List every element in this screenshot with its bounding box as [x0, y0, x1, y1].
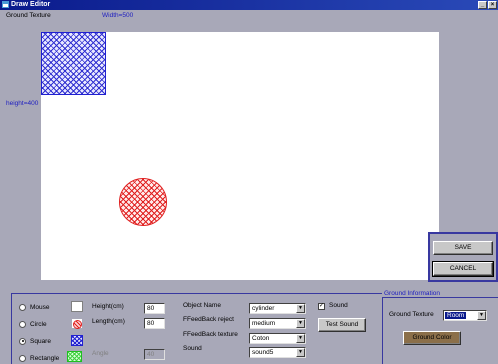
square-shape[interactable] — [41, 32, 106, 95]
radio-indicator[interactable] — [19, 337, 26, 345]
feedback-reject-select[interactable]: medium ▼ — [249, 318, 306, 329]
radio-label: Square — [30, 337, 51, 345]
radio-rectangle[interactable]: Rectangle — [19, 353, 59, 363]
ground-color-button[interactable]: Ground Color — [403, 331, 461, 345]
ground-texture-label: Ground Texture — [6, 12, 51, 19]
angle-label: Angle — [92, 350, 109, 357]
close-button[interactable]: × — [488, 1, 497, 9]
ground-texture-value: Room — [445, 312, 467, 319]
chevron-down-icon[interactable]: ▼ — [296, 304, 305, 313]
radio-indicator[interactable] — [19, 354, 26, 362]
sound-select-value: sound5 — [252, 349, 274, 356]
radio-circle[interactable]: Circle — [19, 319, 47, 329]
test-sound-button[interactable]: Test Sound — [318, 318, 366, 332]
radio-square[interactable]: Square — [19, 336, 51, 346]
mouse-swatch-icon — [71, 301, 83, 312]
app-icon — [2, 1, 9, 8]
height-label: height=400 — [6, 100, 39, 107]
ground-texture-select-label: Ground Texture — [389, 311, 434, 318]
feedback-reject-label: FFeedBack reject — [183, 316, 234, 323]
sound-checkbox[interactable]: ✓ — [318, 303, 325, 310]
feedback-texture-label: FFeedBack texture — [183, 331, 238, 338]
chevron-down-icon[interactable]: ▼ — [296, 334, 305, 343]
chevron-down-icon[interactable]: ▼ — [296, 348, 305, 357]
object-name-value: cylinder — [252, 305, 275, 312]
radio-label: Mouse — [30, 303, 50, 311]
height-cm-input[interactable]: 80 — [144, 303, 165, 314]
rectangle-swatch-icon — [67, 351, 82, 362]
circle-shape[interactable] — [119, 178, 167, 226]
window-title: Draw Editor — [11, 1, 51, 8]
height-cm-label: Height(cm) — [92, 303, 124, 310]
ground-information-title: Ground Information — [384, 290, 441, 297]
radio-mouse[interactable]: Mouse — [19, 302, 50, 312]
title-bar: Draw Editor _ × — [0, 0, 498, 10]
chevron-down-icon[interactable]: ▼ — [296, 319, 305, 328]
feedback-texture-select[interactable]: Coton ▼ — [249, 333, 306, 344]
feedback-reject-value: medium — [252, 320, 276, 327]
ground-information-panel: Ground Texture Room ▼ Ground Color — [382, 297, 498, 364]
object-name-label: Object Name — [183, 302, 221, 309]
save-cancel-panel: SAVE CANCEL — [428, 232, 498, 282]
drawing-canvas[interactable] — [41, 32, 439, 280]
sound-select-label: Sound — [183, 345, 202, 352]
cancel-button[interactable]: CANCEL — [432, 261, 494, 277]
angle-input: 40 — [144, 349, 165, 360]
width-label: Width=500 — [102, 12, 134, 19]
sound-checkbox-label: Sound — [329, 302, 348, 309]
sound-select[interactable]: sound5 ▼ — [249, 347, 306, 358]
square-swatch-icon — [71, 335, 83, 346]
radio-indicator[interactable] — [19, 303, 26, 311]
tool-panel: Mouse Circle Square Rectangle Height(cm)… — [11, 293, 382, 364]
save-button[interactable]: SAVE — [433, 241, 493, 255]
ground-texture-select[interactable]: Room ▼ — [443, 310, 487, 321]
length-cm-label: Length(cm) — [92, 318, 125, 325]
radio-label: Rectangle — [30, 354, 60, 362]
feedback-texture-value: Coton — [252, 335, 270, 342]
object-name-select[interactable]: cylinder ▼ — [249, 303, 306, 314]
circle-swatch-icon — [71, 318, 83, 329]
radio-label: Circle — [30, 320, 47, 328]
chevron-down-icon[interactable]: ▼ — [477, 311, 486, 320]
minimize-button[interactable]: _ — [478, 1, 487, 9]
length-cm-input[interactable]: 80 — [144, 318, 165, 329]
radio-indicator[interactable] — [19, 320, 26, 328]
